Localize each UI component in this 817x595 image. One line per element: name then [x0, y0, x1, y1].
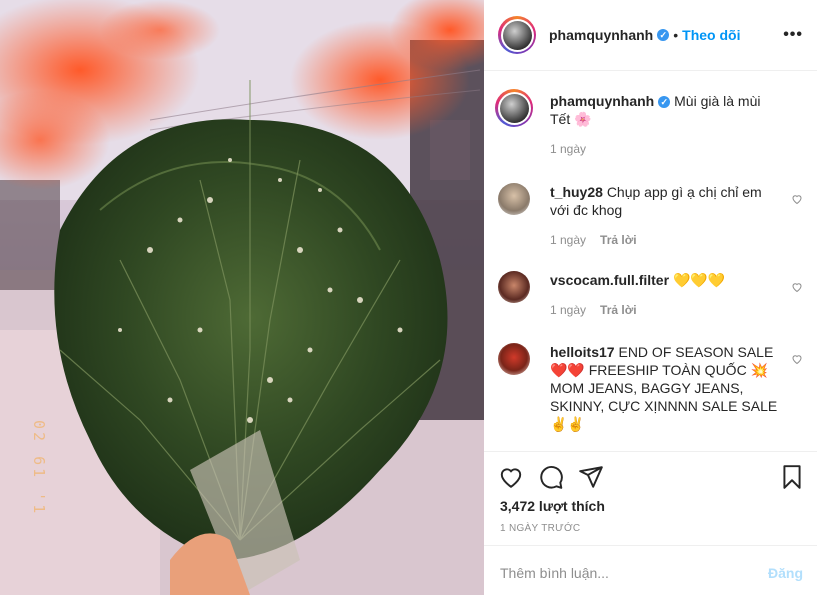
commenter-avatar[interactable]: [498, 343, 530, 375]
commenter-username[interactable]: t_huy28: [550, 184, 603, 200]
caption-avatar[interactable]: [495, 89, 533, 127]
post-comment-button[interactable]: Đăng: [768, 565, 803, 581]
caption-username[interactable]: phamquynhanh: [550, 93, 654, 109]
verified-badge-icon: ✓: [658, 96, 671, 109]
post-actions: 3,472 lượt thích 1 NGÀY TRƯỚC: [484, 451, 817, 545]
post-sidebar: phamquynhanh ✓ • Theo dõi ••• phamquynha…: [484, 0, 817, 595]
author-username[interactable]: phamquynhanh: [549, 27, 653, 43]
commenter-avatar[interactable]: [498, 183, 530, 215]
comment-input[interactable]: Thêm bình luận...: [500, 565, 609, 581]
add-comment-bar: Thêm bình luận... Đăng: [484, 545, 817, 595]
avatar[interactable]: [498, 16, 536, 54]
post-photo[interactable]: 02 61 '1: [0, 0, 484, 595]
send-icon[interactable]: [578, 464, 604, 490]
commenter-username[interactable]: vscocam.full.filter: [550, 272, 669, 288]
photo-illustration: [0, 0, 484, 595]
comments-list[interactable]: phamquynhanh ✓ Mùi già là mùi Tết 🌸 1 ngà…: [484, 72, 817, 451]
comment-text: 💛💛💛: [672, 272, 726, 288]
comment-time[interactable]: 1 ngày: [550, 303, 586, 317]
like-count[interactable]: 3,472 lượt thích: [500, 498, 605, 514]
bookmark-icon[interactable]: [779, 464, 805, 490]
reply-button[interactable]: Trả lời: [600, 303, 637, 317]
comment-time[interactable]: 1 ngày: [550, 233, 586, 247]
follow-button[interactable]: Theo dõi: [682, 27, 740, 43]
heart-icon[interactable]: [498, 464, 524, 490]
post-header: phamquynhanh ✓ • Theo dõi •••: [484, 0, 817, 71]
heart-icon[interactable]: [791, 193, 803, 205]
comment-icon[interactable]: [538, 464, 564, 490]
verified-badge-icon: ✓: [657, 29, 670, 41]
film-date-stamp: 02 61 '1: [30, 420, 48, 517]
post-timestamp[interactable]: 1 NGÀY TRƯỚC: [500, 523, 580, 534]
heart-icon[interactable]: [791, 281, 803, 293]
reply-button[interactable]: Trả lời: [600, 233, 637, 247]
separator-dot: •: [673, 27, 679, 43]
commenter-avatar[interactable]: [498, 271, 530, 303]
commenter-username[interactable]: helloits17: [550, 344, 615, 360]
ellipsis-icon[interactable]: •••: [783, 26, 803, 44]
heart-icon[interactable]: [791, 353, 803, 365]
caption-time[interactable]: 1 ngày: [550, 142, 586, 156]
